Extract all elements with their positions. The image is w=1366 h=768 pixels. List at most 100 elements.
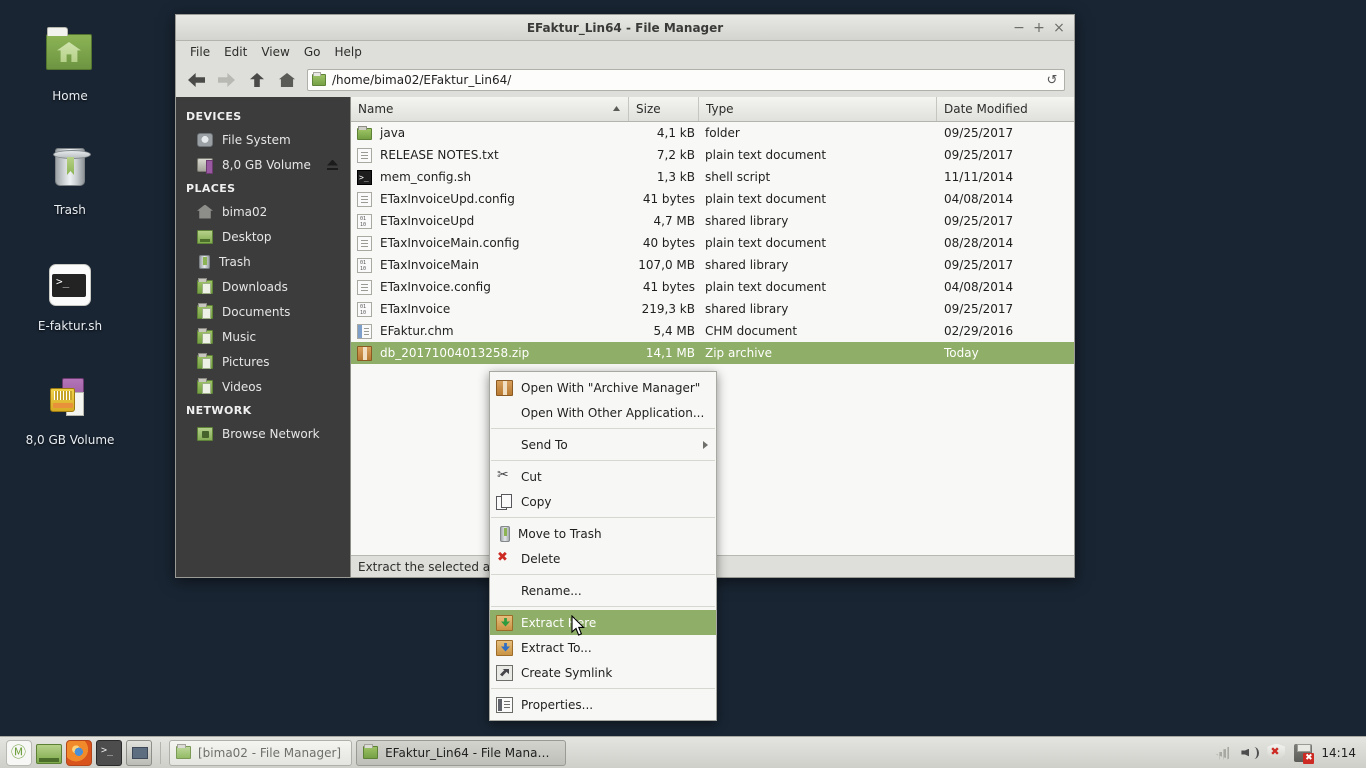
file-name: ETaxInvoice.config <box>380 280 491 294</box>
column-header-name[interactable]: Name <box>351 97 629 121</box>
menu-separator <box>491 688 715 689</box>
chevron-right-icon <box>703 440 708 449</box>
path-input[interactable]: /home/bima02/EFaktur_Lin64/ ↺ <box>307 69 1065 91</box>
table-row[interactable]: mem_config.sh 1,3 kB shell script 11/11/… <box>351 166 1074 188</box>
sidebar-item-label: Downloads <box>222 279 288 294</box>
sidebar-item-videos[interactable]: Videos <box>176 374 350 399</box>
table-row[interactable]: ETaxInvoiceUpd 4,7 MB shared library 09/… <box>351 210 1074 232</box>
network-signal-icon[interactable] <box>1213 744 1231 762</box>
desktop-icon-label: E-faktur.sh <box>37 319 103 333</box>
sidebar-item-desktop[interactable]: Desktop <box>176 224 350 249</box>
table-row[interactable]: EFaktur.chm 5,4 MB CHM document 02/29/20… <box>351 320 1074 342</box>
file-type: plain text document <box>705 280 827 294</box>
arrow-up-icon[interactable] <box>247 70 267 90</box>
file-size: 41 bytes <box>642 280 695 294</box>
menu-item-properties[interactable]: Properties... <box>490 692 716 717</box>
file-size: 4,1 kB <box>656 126 695 140</box>
file-date: 04/08/2014 <box>944 192 1014 206</box>
menu-go[interactable]: Go <box>297 43 328 61</box>
sidebar-item-8gb-volume[interactable]: 8,0 GB Volume <box>176 152 350 177</box>
sidebar-item-music[interactable]: Music <box>176 324 350 349</box>
window-controls: − + × <box>1010 15 1068 41</box>
menu-item-copy[interactable]: Copy <box>490 489 716 514</box>
table-row[interactable]: ETaxInvoiceMain.config 40 bytes plain te… <box>351 232 1074 254</box>
no-icon <box>496 405 513 421</box>
terminal-icon[interactable] <box>96 739 122 766</box>
sidebar-item-file-system[interactable]: File System <box>176 127 350 152</box>
window-titlebar[interactable]: EFaktur_Lin64 - File Manager − + × <box>176 15 1074 41</box>
volume-icon[interactable] <box>1240 744 1260 762</box>
firefox-icon[interactable] <box>66 739 92 766</box>
sidebar-item-label: Music <box>222 329 257 344</box>
menu-item-open-with-other-application[interactable]: Open With Other Application... <box>490 400 716 425</box>
file-type: shared library <box>705 214 789 228</box>
column-header-type[interactable]: Type <box>699 97 937 121</box>
menu-item-create-symlink[interactable]: Create Symlink <box>490 660 716 685</box>
menu-item-delete[interactable]: Delete <box>490 546 716 571</box>
table-row[interactable]: ETaxInvoice 219,3 kB shared library 09/2… <box>351 298 1074 320</box>
table-row[interactable]: ETaxInvoice.config 41 bytes plain text d… <box>351 276 1074 298</box>
eject-icon[interactable] <box>326 158 340 172</box>
sidebar-item-bima02[interactable]: bima02 <box>176 199 350 224</box>
menu-separator <box>491 574 715 575</box>
file-name: java <box>380 126 406 140</box>
sidebar-item-pictures[interactable]: Pictures <box>176 349 350 374</box>
sidebar-item-browse-network[interactable]: Browse Network <box>176 421 350 446</box>
menu-view[interactable]: View <box>254 43 296 61</box>
navigation-toolbar: /home/bima02/EFaktur_Lin64/ ↺ <box>176 63 1074 97</box>
menu-item-rename[interactable]: Rename... <box>490 578 716 603</box>
desktop-icon-efaktur-sh[interactable]: E-faktur.sh <box>15 261 125 333</box>
arrow-left-icon[interactable] <box>187 70 207 90</box>
desktop-icon-label: 8,0 GB Volume <box>25 433 115 447</box>
menu-item-extract-here[interactable]: Extract Here <box>490 610 716 635</box>
security-shield-icon[interactable] <box>1267 743 1286 762</box>
home-icon[interactable] <box>277 70 297 90</box>
desktop-icon-home[interactable]: Home <box>15 24 125 103</box>
table-row[interactable]: java 4,1 kB folder 09/25/2017 <box>351 122 1074 144</box>
desktop-icon-trash[interactable]: Trash <box>15 142 125 217</box>
context-menu[interactable]: Open With "Archive Manager" Open With Ot… <box>489 371 717 721</box>
clock[interactable]: 14:14 <box>1321 746 1356 760</box>
reload-icon[interactable]: ↺ <box>1044 73 1060 88</box>
desktop[interactable]: Home Trash E-faktur.sh 8,0 GB Volume EFa… <box>0 0 1366 768</box>
file-type: shared library <box>705 302 789 316</box>
table-row-selected[interactable]: db_20171004013258.zip 14,1 MB Zip archiv… <box>351 342 1074 364</box>
extract-here-icon <box>496 614 513 631</box>
close-icon[interactable]: × <box>1050 19 1068 37</box>
menu-item-extract-to[interactable]: Extract To... <box>490 635 716 660</box>
menu-file[interactable]: File <box>183 43 217 61</box>
sidebar-item-trash[interactable]: Trash <box>176 249 350 274</box>
mint-menu-icon[interactable] <box>6 739 32 766</box>
file-size: 40 bytes <box>642 236 695 250</box>
printer-icon[interactable] <box>1294 743 1315 764</box>
column-header-date-modified[interactable]: Date Modified <box>937 97 1074 121</box>
column-header-size[interactable]: Size <box>629 97 699 121</box>
menu-item-open-with-archive-manager[interactable]: Open With "Archive Manager" <box>490 375 716 400</box>
file-manager-icon[interactable] <box>36 743 62 764</box>
show-desktop-icon[interactable] <box>126 739 152 766</box>
desktop-icon-volume[interactable]: 8,0 GB Volume <box>15 378 125 447</box>
menu-help[interactable]: Help <box>327 43 368 61</box>
sidebar-item-documents[interactable]: Documents <box>176 299 350 324</box>
menu-item-label: Delete <box>521 551 561 566</box>
table-row[interactable]: ETaxInvoiceUpd.config 41 bytes plain tex… <box>351 188 1074 210</box>
table-row[interactable]: RELEASE NOTES.txt 7,2 kB plain text docu… <box>351 144 1074 166</box>
taskbar-window-efaktur[interactable]: EFaktur_Lin64 - File Manager <box>356 739 567 766</box>
minimize-icon[interactable]: − <box>1010 19 1028 37</box>
file-name: ETaxInvoice <box>380 302 451 316</box>
folder-icon <box>357 126 372 140</box>
menu-item-send-to[interactable]: Send To <box>490 432 716 457</box>
menu-edit[interactable]: Edit <box>217 43 254 61</box>
taskbar-separator <box>160 741 161 764</box>
file-type: shell script <box>705 170 771 184</box>
menu-item-move-to-trash[interactable]: Move to Trash <box>490 521 716 546</box>
file-name: ETaxInvoiceUpd <box>380 214 475 228</box>
menu-item-label: Properties... <box>521 697 594 712</box>
arrow-right-icon[interactable] <box>217 70 237 90</box>
menu-item-cut[interactable]: Cut <box>490 464 716 489</box>
maximize-icon[interactable]: + <box>1030 19 1048 37</box>
sidebar-item-downloads[interactable]: Downloads <box>176 274 350 299</box>
table-row[interactable]: ETaxInvoiceMain 107,0 MB shared library … <box>351 254 1074 276</box>
taskbar-window-bima02[interactable]: [bima02 - File Manager] <box>169 739 353 766</box>
properties-icon <box>496 696 513 713</box>
